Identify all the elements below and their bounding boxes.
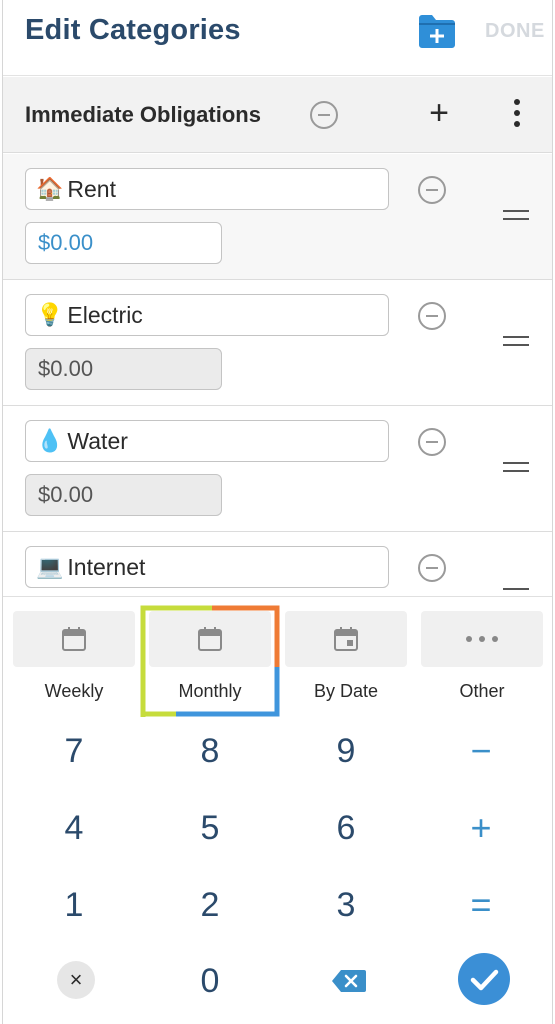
budget-keypad-panel: Weekly Monthly By Date Other 7 8 9 − 4 5… bbox=[3, 596, 552, 1024]
frequency-other-label: Other bbox=[459, 681, 505, 701]
key-2[interactable]: 2 bbox=[150, 875, 270, 935]
drag-handle-icon[interactable] bbox=[503, 588, 529, 596]
key-plus[interactable]: + bbox=[421, 798, 541, 858]
confirm-button[interactable] bbox=[458, 953, 510, 1005]
folder-add-icon[interactable] bbox=[417, 12, 457, 50]
category-name: Rent bbox=[67, 175, 116, 202]
category-name: Water bbox=[67, 427, 128, 454]
check-icon bbox=[470, 969, 499, 991]
calendar-icon bbox=[62, 627, 86, 651]
laptop-emoji-icon: 💻 bbox=[36, 554, 64, 579]
frequency-weekly-button[interactable] bbox=[13, 611, 135, 667]
app-screen: Edit Categories DONE Immediate Obligatio… bbox=[2, 0, 553, 1024]
category-amount-field[interactable]: $0.00 bbox=[25, 222, 222, 264]
category-name: Electric bbox=[67, 301, 143, 328]
category-name-field[interactable]: 💡 Electric bbox=[25, 294, 389, 336]
category-row-internet: 💻 Internet bbox=[3, 532, 552, 596]
drag-handle-icon[interactable] bbox=[503, 336, 529, 348]
key-5[interactable]: 5 bbox=[150, 798, 270, 858]
category-row-electric: 💡 Electric $0.00 bbox=[3, 280, 552, 406]
group-title: Immediate Obligations bbox=[25, 102, 261, 127]
top-bar: Edit Categories DONE bbox=[3, 0, 552, 76]
category-amount-field[interactable]: $0.00 bbox=[25, 348, 222, 390]
category-row-rent: 🏠 Rent $0.00 bbox=[3, 154, 552, 280]
key-3[interactable]: 3 bbox=[286, 875, 406, 935]
page-title: Edit Categories bbox=[25, 14, 241, 46]
drag-handle-icon[interactable] bbox=[503, 210, 529, 222]
droplet-emoji-icon: 💧 bbox=[36, 428, 64, 453]
category-name: Internet bbox=[67, 553, 146, 580]
done-button[interactable]: DONE bbox=[485, 20, 545, 43]
key-6[interactable]: 6 bbox=[286, 798, 406, 858]
frequency-other-button[interactable] bbox=[421, 611, 543, 667]
add-category-button[interactable]: + bbox=[425, 95, 453, 131]
remove-group-icon[interactable] bbox=[310, 101, 338, 129]
selected-frequency-highlight bbox=[140, 605, 280, 717]
key-minus[interactable]: − bbox=[421, 721, 541, 781]
remove-category-icon[interactable] bbox=[418, 176, 446, 204]
frequency-by-date-button[interactable] bbox=[285, 611, 407, 667]
category-group-header: Immediate Obligations + bbox=[3, 77, 552, 153]
lightbulb-emoji-icon: 💡 bbox=[36, 302, 64, 327]
remove-category-icon[interactable] bbox=[418, 302, 446, 330]
backspace-icon[interactable] bbox=[331, 969, 367, 993]
category-amount-field[interactable]: $0.00 bbox=[25, 474, 222, 516]
category-list: 🏠 Rent $0.00 💡 Electric $0.00 💧 Water $0… bbox=[3, 154, 552, 596]
house-emoji-icon: 🏠 bbox=[36, 176, 64, 201]
frequency-weekly-label: Weekly bbox=[44, 681, 104, 701]
category-name-field[interactable]: 💧 Water bbox=[25, 420, 389, 462]
frequency-by-date-label: By Date bbox=[313, 681, 379, 701]
category-name-field[interactable]: 🏠 Rent bbox=[25, 168, 389, 210]
key-8[interactable]: 8 bbox=[150, 721, 270, 781]
key-1[interactable]: 1 bbox=[14, 875, 134, 935]
key-4[interactable]: 4 bbox=[14, 798, 134, 858]
key-7[interactable]: 7 bbox=[14, 721, 134, 781]
remove-category-icon[interactable] bbox=[418, 554, 446, 582]
category-row-water: 💧 Water $0.00 bbox=[3, 406, 552, 532]
clear-button[interactable]: × bbox=[57, 961, 95, 999]
calendar-date-icon bbox=[334, 627, 358, 651]
key-equals[interactable]: = bbox=[421, 875, 541, 935]
more-vertical-icon[interactable] bbox=[507, 99, 527, 131]
key-9[interactable]: 9 bbox=[286, 721, 406, 781]
category-name-field[interactable]: 💻 Internet bbox=[25, 546, 389, 588]
more-horizontal-icon bbox=[466, 636, 498, 642]
drag-handle-icon[interactable] bbox=[503, 462, 529, 474]
remove-category-icon[interactable] bbox=[418, 428, 446, 456]
key-0[interactable]: 0 bbox=[150, 951, 270, 1011]
